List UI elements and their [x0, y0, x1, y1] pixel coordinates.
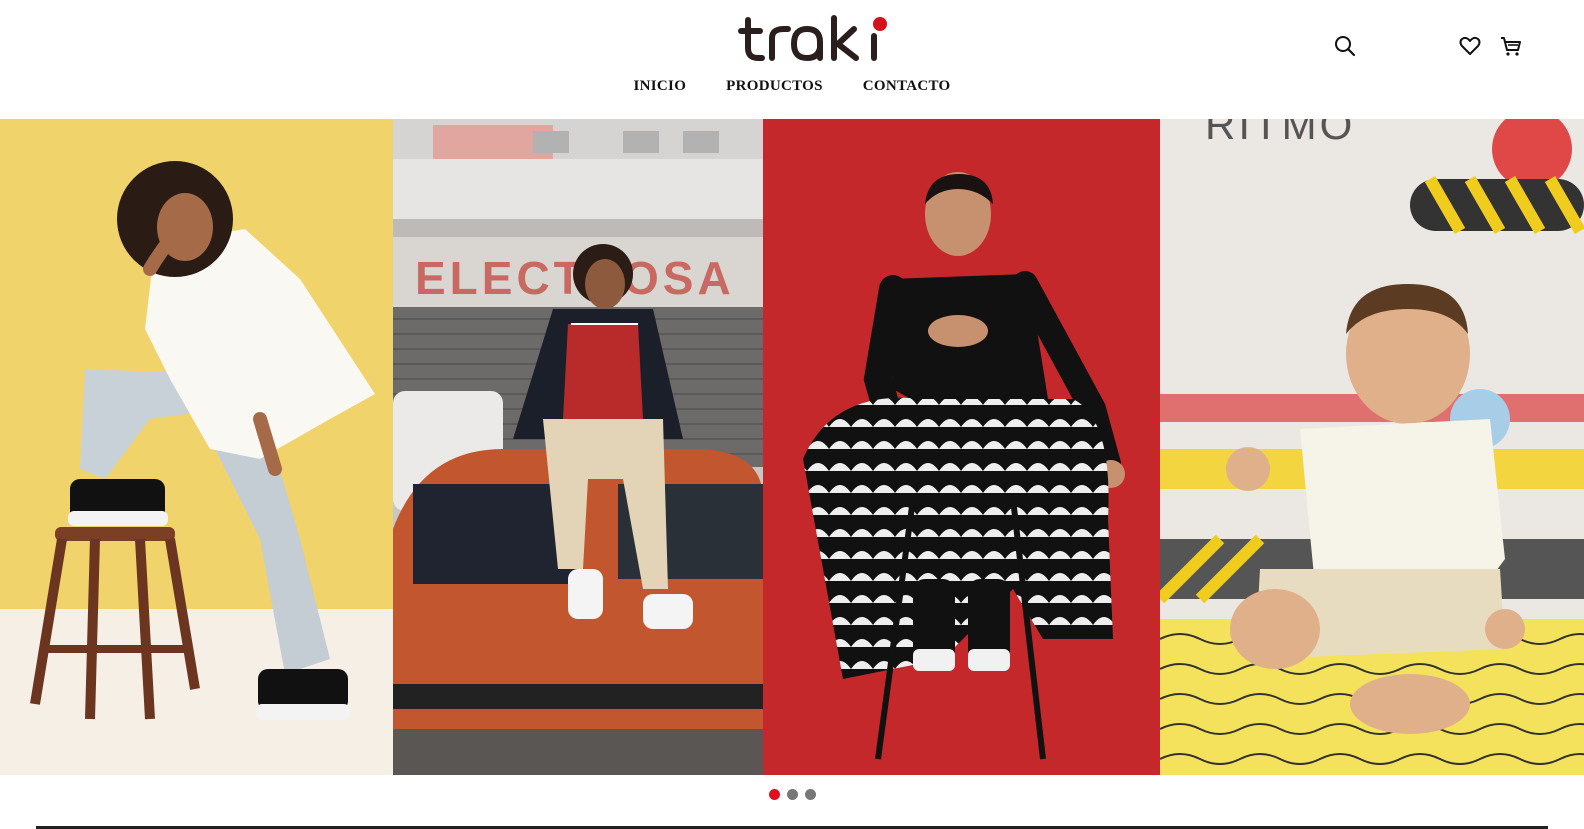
svg-text:RITMO: RITMO	[1205, 119, 1355, 148]
hero-image-woman-yellow	[0, 119, 393, 775]
nav-item-contacto[interactable]: CONTACTO	[863, 78, 951, 95]
cart-icon[interactable]	[1499, 34, 1523, 58]
nav-item-productos[interactable]: PRODUCTOS	[726, 78, 823, 95]
slider-dot-3[interactable]	[804, 789, 816, 800]
traki-logo[interactable]	[738, 14, 890, 64]
slider-dot-2[interactable]	[786, 789, 798, 800]
hero-image-woman-red	[763, 119, 1160, 775]
slider-pagination	[0, 789, 1584, 800]
hero-image-man-car: ELECTROSA	[393, 119, 763, 775]
search-icon[interactable]	[1333, 34, 1357, 58]
slider-dot-1[interactable]	[768, 789, 780, 800]
site-header: INICIO PRODUCTOS CONTACTO	[0, 0, 1584, 119]
hero-image-baby: RITMO	[1160, 119, 1584, 775]
heart-icon[interactable]	[1458, 34, 1482, 58]
hero-slider[interactable]: ELECTROSA	[0, 119, 1584, 775]
nav-item-inicio[interactable]: INICIO	[634, 78, 687, 95]
main-nav: INICIO PRODUCTOS CONTACTO	[0, 78, 1584, 95]
